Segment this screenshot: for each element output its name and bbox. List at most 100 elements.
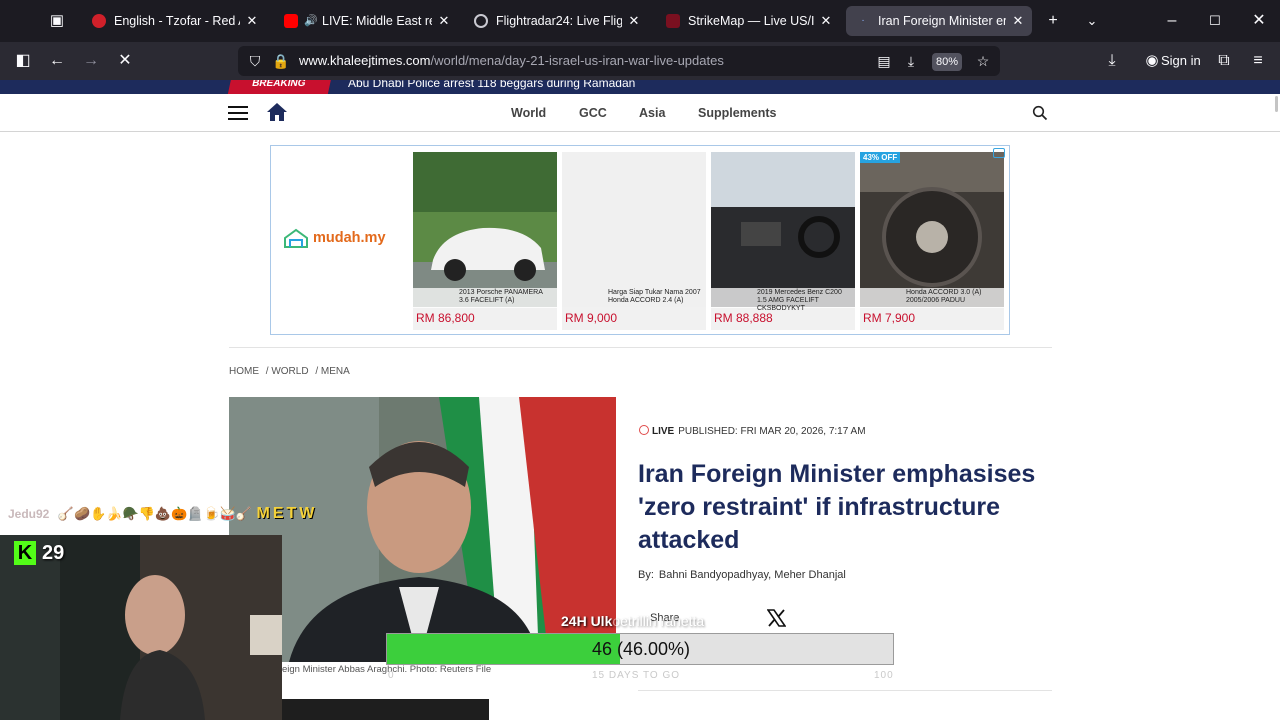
maximize-icon[interactable]: ☐ (1201, 8, 1229, 34)
car-image (711, 152, 855, 307)
browser-toolbar: ◧ ← → ✕ ⛉ 🔒 www.khaleejtimes.com/world/m… (0, 42, 1280, 80)
close-tab-icon[interactable]: ✕ (818, 6, 834, 36)
breadcrumb-home[interactable]: HOME (229, 366, 259, 377)
goal-max: 100 (874, 670, 894, 681)
breadcrumb-mena[interactable]: / MENA (315, 366, 349, 377)
downloads-icon[interactable]: ⤓ (1098, 48, 1126, 74)
live-indicator-icon (639, 425, 649, 435)
section-divider (638, 690, 1052, 691)
tab-khaleej-times[interactable]: · Iran Foreign Minister empha ✕ (846, 6, 1032, 36)
strikemap-favicon-icon (666, 14, 680, 28)
dark-content-block (282, 699, 489, 720)
window-close-icon[interactable]: ✕ (1245, 8, 1273, 34)
flightradar-favicon-icon (474, 14, 488, 28)
bookmark-star-icon[interactable]: ☆ (973, 51, 993, 71)
tab-tzofar[interactable]: English - Tzofar - Red Alert ✕ (82, 6, 266, 36)
nav-asia[interactable]: Asia (639, 94, 665, 132)
breaking-headline[interactable]: Abu Dhabi Police arrest 118 beggars duri… (348, 80, 635, 90)
live-published-line: LIVE PUBLISHED: FRI MAR 20, 2026, 7:17 AM (639, 425, 866, 437)
sidebar-toggle-icon[interactable]: ◧ (9, 48, 37, 74)
live-label: LIVE (652, 426, 675, 437)
kick-logo-icon: K (14, 541, 36, 565)
nav-gcc[interactable]: GCC (579, 94, 607, 132)
breaking-badge: BREAKING (227, 80, 333, 94)
ad-card[interactable]: Harga Siap Tukar Nama 2007 Honda ACCORD … (562, 152, 706, 330)
ad-card[interactable]: 2013 Porsche PANAMERA 3.6 FACELIFT (A) R… (413, 152, 557, 330)
loading-favicon-icon: · (861, 15, 865, 26)
chat-emotes: 🪕🥔✋🍌🪖👎💩🎃🪦🍺🥁🪕 (57, 506, 253, 521)
article-headline: Iran Foreign Minister emphasises 'zero r… (638, 460, 1036, 554)
tab-live-middle-east[interactable]: 🔊 LIVE: Middle East real-ti ✕ (274, 6, 458, 36)
search-icon[interactable] (1032, 105, 1048, 121)
ad-price: RM 88,888 (714, 311, 773, 325)
tab-label: StrikeMap — Live US/Israel (688, 14, 814, 28)
ad-price: RM 86,800 (416, 311, 475, 325)
goal-days-remaining: 15 DAYS TO GO (592, 670, 681, 681)
hamburger-menu-icon[interactable] (228, 104, 248, 122)
breaking-news-ticker[interactable]: BREAKING Abu Dhabi Police arrest 118 beg… (0, 80, 1280, 94)
close-tab-icon[interactable]: ✕ (626, 6, 642, 36)
goal-progress-text: 46 (46.00%) (591, 639, 691, 659)
photo-caption: eign Minister Abbas Araghchi. Photo: Reu… (282, 664, 492, 675)
close-tab-icon[interactable]: ✕ (436, 6, 452, 36)
nav-world[interactable]: World (511, 94, 546, 132)
goal-title-text: 24H Ulk (561, 613, 613, 629)
published-date: PUBLISHED: FRI MAR 20, 2026, 7:17 AM (678, 426, 866, 437)
goal-title: 24H Ulkoetrillin rahetta (561, 613, 704, 629)
ad-choices-icon[interactable] (993, 148, 1005, 158)
byline-authors[interactable]: Bahni Bandyopadhyay, Meher Dhanjal (659, 569, 846, 581)
site-navigation: World GCC Asia Supplements (0, 94, 1280, 132)
url-text[interactable]: www.khaleejtimes.com/world/mena/day-21-i… (299, 46, 724, 76)
breadcrumb-world[interactable]: / WORLD (266, 366, 309, 377)
section-divider (229, 347, 1052, 348)
ad-brand-name: mudah.my (313, 229, 386, 246)
ad-price: RM 7,900 (863, 311, 916, 325)
app-menu-icon[interactable]: ≡ (1244, 48, 1272, 74)
ad-price: RM 9,000 (565, 311, 618, 325)
new-tab-icon[interactable]: + (1039, 8, 1067, 34)
speaker-icon[interactable]: 🔊 (304, 6, 318, 36)
home-icon[interactable] (266, 102, 288, 122)
x-share-icon[interactable] (767, 609, 786, 627)
forward-arrow-icon[interactable]: → (77, 48, 105, 74)
stream-chat-message: Jedu92 🪕🥔✋🍌🪖👎💩🎃🪦🍺🥁🪕 METW (8, 505, 317, 525)
list-tabs-chevron-icon[interactable]: ⌄ (1078, 8, 1106, 34)
tracking-shield-icon[interactable]: ⛉ (245, 51, 265, 71)
address-bar[interactable]: ⛉ 🔒 www.khaleejtimes.com/world/mena/day-… (238, 46, 1000, 76)
minimize-icon[interactable]: – (1158, 8, 1186, 34)
nav-supplements[interactable]: Supplements (698, 94, 777, 132)
close-tab-icon[interactable]: ✕ (1010, 6, 1026, 36)
tab-flightradar[interactable]: Flightradar24: Live Flight Tr ✕ (464, 6, 648, 36)
goal-title-faded: oetrillin rahetta (612, 613, 705, 629)
tab-strikemap[interactable]: StrikeMap — Live US/Israel ✕ (656, 6, 840, 36)
discount-badge: 43% OFF (860, 152, 901, 163)
kick-viewer-count: 29 (42, 542, 65, 564)
back-arrow-icon[interactable]: ← (43, 48, 71, 74)
tab-label: Flightradar24: Live Flight Tr (496, 14, 622, 28)
ad-caption: Harga Siap Tukar Nama 2007 Honda ACCORD … (608, 289, 701, 304)
car-image (860, 152, 1004, 307)
sign-in-button[interactable]: Sign in (1161, 48, 1201, 74)
goal-progress-bar: 46 (46.00%) (386, 633, 894, 665)
tab-label: English - Tzofar - Red Alert (114, 14, 240, 28)
advertisement-banner[interactable]: mudah.my 2013 Porsche PANAMERA 3.6 FACEL… (270, 145, 1010, 335)
extensions-icon[interactable]: ⧉ (1210, 48, 1238, 74)
stop-loading-icon[interactable]: ✕ (111, 48, 139, 74)
browser-tab-bar: ▣ English - Tzofar - Red Alert ✕ 🔊 LIVE:… (0, 0, 1280, 42)
tab-overview-icon[interactable]: ▣ (46, 10, 68, 32)
zoom-level[interactable]: 80% (932, 53, 962, 71)
page-scrollbar[interactable] (1275, 96, 1278, 112)
save-to-pocket-icon[interactable]: ⤓ (901, 51, 921, 71)
goal-min: 0 (388, 670, 395, 681)
ad-card[interactable]: 43% OFF Honda ACCORD 3.0 (A) 2005/2006 P… (860, 152, 1004, 330)
tzofar-favicon-icon (92, 14, 106, 28)
car-image (413, 152, 557, 307)
ad-caption: Honda ACCORD 3.0 (A) 2005/2006 PADUU (860, 288, 1004, 308)
mudah-logo[interactable]: mudah.my (283, 228, 386, 248)
breadcrumb: HOME / WORLD / MENA (229, 366, 354, 377)
close-tab-icon[interactable]: ✕ (244, 6, 260, 36)
lock-icon[interactable]: 🔒 (271, 51, 291, 71)
tab-label: LIVE: Middle East real-ti (322, 14, 432, 28)
reader-view-icon[interactable]: ▤ (874, 51, 894, 71)
ad-card[interactable]: 2019 Mercedes Benz C200 1.5 AMG FACELIFT… (711, 152, 855, 330)
